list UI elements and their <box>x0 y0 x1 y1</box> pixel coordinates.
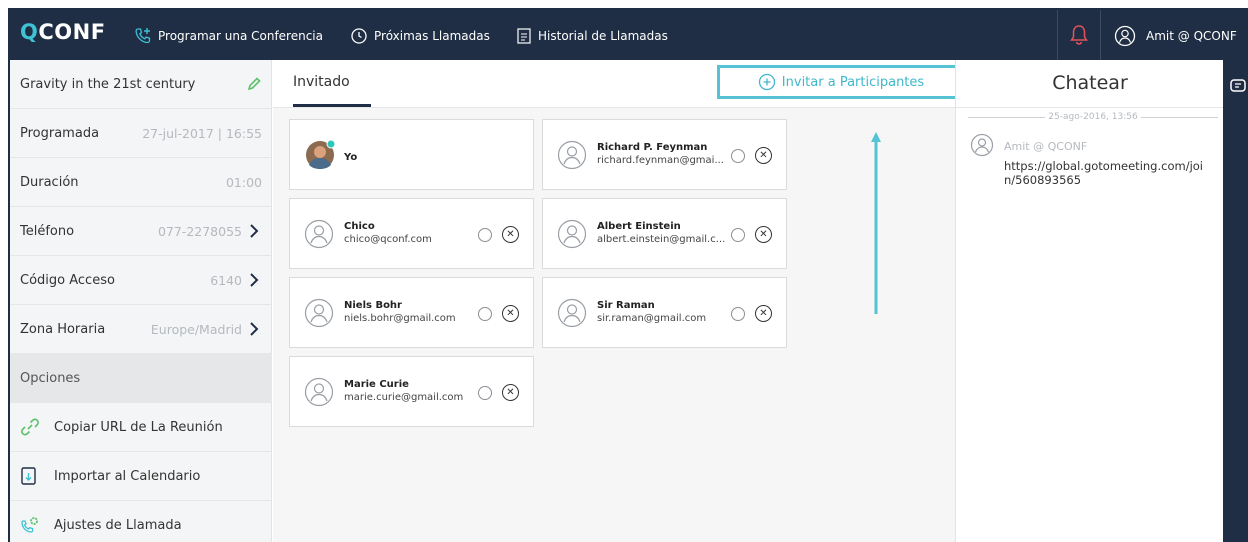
user-avatar-icon <box>557 298 587 328</box>
participant-card: Richard P. Feynman richard.feynman@gmai.… <box>542 119 787 190</box>
select-radio[interactable] <box>731 307 745 321</box>
link-icon <box>20 417 44 437</box>
clock-icon <box>351 28 367 44</box>
participant-card: Albert Einstein albert.einstein@gmail.c.… <box>542 198 787 269</box>
remove-participant-button[interactable]: ✕ <box>755 305 772 322</box>
close-icon: ✕ <box>506 307 515 319</box>
meeting-details-sidebar: Gravity in the 21st century Programada 2… <box>10 60 272 542</box>
access-code-row[interactable]: Código Acceso 6140 <box>10 256 272 305</box>
meeting-title: Gravity in the 21st century <box>20 76 196 92</box>
chevron-right-icon <box>246 272 262 288</box>
remove-participant-button[interactable]: ✕ <box>755 147 772 164</box>
phone-row[interactable]: Teléfono 077-2278055 <box>10 207 272 256</box>
chat-message-text[interactable]: https://global.gotomeeting.com/join/5608… <box>1004 159 1214 187</box>
profile-photo <box>306 139 336 169</box>
call-settings-icon <box>20 515 44 535</box>
select-radio[interactable] <box>731 149 745 163</box>
call-settings-button[interactable]: Ajustes de Llamada <box>10 501 272 542</box>
divider <box>956 107 1224 108</box>
chevron-right-icon <box>246 223 262 239</box>
timezone-row[interactable]: Zona Horaria Europe/Madrid <box>10 305 272 354</box>
divider <box>1057 10 1058 60</box>
user-menu[interactable]: Amit @ QCONF <box>1114 25 1237 47</box>
close-icon: ✕ <box>759 149 768 161</box>
chat-message-author: Amit @ QCONF <box>1004 140 1088 153</box>
select-radio[interactable] <box>478 307 492 321</box>
edit-pencil-icon[interactable] <box>242 76 262 92</box>
duration-row: Duración 01:00 <box>10 158 272 207</box>
scheduled-row: Programada 27-jul-2017 | 16:55 <box>10 109 272 158</box>
chat-panel: Chatear 25-ago-2016, 13:56 Amit @ QCONF … <box>955 60 1224 542</box>
remove-participant-button[interactable]: ✕ <box>502 305 519 322</box>
chevron-right-icon <box>246 321 262 337</box>
close-icon: ✕ <box>759 228 768 240</box>
right-toolbar <box>1223 60 1248 542</box>
nav-call-history[interactable]: Historial de Llamadas <box>516 26 668 46</box>
invite-participants-button[interactable]: Invitar a Participantes <box>717 65 965 99</box>
active-tab-indicator <box>293 104 371 107</box>
tab-invited[interactable]: Invitado <box>293 74 350 90</box>
chat-title: Chatear <box>1052 72 1128 94</box>
nav-schedule-conference[interactable]: Programar una Conferencia <box>134 26 323 46</box>
tab-bar: Invitado Invitar a Participantes <box>273 60 965 108</box>
phone-plus-icon <box>135 28 151 44</box>
close-icon: ✕ <box>506 228 515 240</box>
user-avatar-icon <box>557 219 587 249</box>
select-radio[interactable] <box>478 386 492 400</box>
participant-card: Niels Bohr niels.bohr@gmail.com ✕ <box>289 277 534 348</box>
select-radio[interactable] <box>731 228 745 242</box>
options-header: Opciones <box>10 354 272 403</box>
app-window: QCONF Programar una Conferencia Próximas… <box>8 8 1248 542</box>
participant-card-yo: Yo <box>289 119 534 190</box>
participant-card: Sir Raman sir.raman@gmail.com ✕ <box>542 277 787 348</box>
user-avatar-icon <box>970 133 994 157</box>
document-icon <box>517 28 531 44</box>
participant-card: Marie Curie marie.curie@gmail.com ✕ <box>289 356 534 427</box>
remove-participant-button[interactable]: ✕ <box>502 384 519 401</box>
import-to-calendar-button[interactable]: Importar al Calendario <box>10 452 272 501</box>
participant-card: Chico chico@qconf.com ✕ <box>289 198 534 269</box>
nav-upcoming-calls[interactable]: Próximas Llamadas <box>350 26 490 46</box>
chat-date-separator: 25-ago-2016, 13:56 <box>968 111 1219 123</box>
user-avatar-icon <box>1114 25 1136 47</box>
notifications-button[interactable] <box>1068 10 1092 60</box>
remove-participant-button[interactable]: ✕ <box>502 226 519 243</box>
participants-panel: Invitado Invitar a Participantes Yo Rich… <box>273 60 965 542</box>
close-icon: ✕ <box>506 386 515 398</box>
user-avatar-icon <box>557 140 587 170</box>
plus-circle-icon <box>758 73 775 91</box>
arrow-up-annotation <box>871 132 881 314</box>
user-avatar-icon <box>304 298 334 328</box>
select-radio[interactable] <box>478 228 492 242</box>
divider <box>1100 10 1101 60</box>
calendar-import-icon <box>20 466 44 486</box>
logo[interactable]: QCONF <box>20 20 106 44</box>
remove-participant-button[interactable]: ✕ <box>755 226 772 243</box>
user-avatar-icon <box>304 219 334 249</box>
meeting-title-row: Gravity in the 21st century <box>10 60 272 109</box>
chat-toggle-icon[interactable] <box>1229 78 1247 94</box>
copy-meeting-url-button[interactable]: Copiar URL de La Reunión <box>10 403 272 452</box>
top-bar: QCONF Programar una Conferencia Próximas… <box>10 10 1248 60</box>
user-avatar-icon <box>304 377 334 407</box>
close-icon: ✕ <box>759 307 768 319</box>
bell-icon <box>1070 25 1088 45</box>
